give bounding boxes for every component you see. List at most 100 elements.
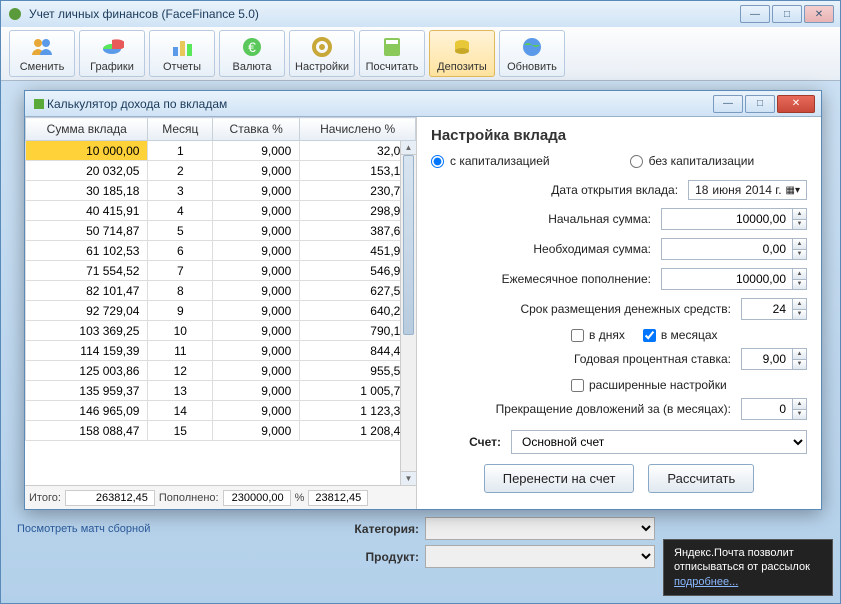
total-value: 263812,45	[65, 490, 155, 506]
pct-label: %	[295, 492, 305, 504]
gear-icon	[310, 35, 334, 59]
modal-icon	[31, 96, 47, 112]
rate-label: Годовая процентная ставка:	[431, 352, 741, 366]
modal-title: Калькулятор дохода по вкладам	[47, 97, 713, 111]
minimize-button[interactable]: —	[740, 5, 770, 23]
monthly-refill-input[interactable]: ▲▼	[661, 268, 807, 290]
chart-icon	[100, 35, 124, 59]
settings-pane: Настройка вклада с капитализацией без ка…	[417, 117, 821, 509]
main-titlebar: Учет личных финансов (FaceFinance 5.0) —…	[1, 1, 840, 27]
main-toolbar: СменитьГрафикиОтчеты€ВалютаНастройкиПосч…	[1, 27, 840, 81]
deposit-icon	[450, 35, 474, 59]
pct-value: 23812,45	[308, 490, 368, 506]
stop-label: Прекращение довложений за (в месяцах):	[431, 402, 741, 416]
required-sum-label: Необходимая сумма:	[431, 242, 661, 256]
category-label: Категория:	[339, 522, 419, 536]
table-row[interactable]: 20 032,0529,000153,12	[26, 161, 416, 181]
scroll-up-arrow[interactable]: ▲	[401, 141, 416, 155]
table-row[interactable]: 146 965,09149,0001 123,38	[26, 401, 416, 421]
bg-link[interactable]: Посмотреть матч сборной	[17, 523, 150, 535]
open-date-label: Дата открытия вклада:	[431, 183, 688, 197]
tooltip-more-link[interactable]: подробнее...	[674, 576, 738, 588]
calculate-button[interactable]: Рассчитать	[648, 464, 754, 493]
bars-icon	[170, 35, 194, 59]
table-row[interactable]: 158 088,47159,0001 208,40	[26, 421, 416, 441]
check-months[interactable]: в месяцах	[643, 328, 718, 342]
refill-value: 230000,00	[223, 490, 291, 506]
initial-sum-input[interactable]: ▲▼	[661, 208, 807, 230]
term-label: Срок размещения денежных средств:	[431, 302, 741, 316]
users-icon	[30, 35, 54, 59]
radio-capitalization[interactable]: с капитализацией	[431, 154, 550, 168]
toolbar-calc-button[interactable]: Посчитать	[359, 30, 425, 77]
toolbar-refresh-button[interactable]: Обновить	[499, 30, 565, 77]
monthly-refill-label: Ежемесячное пополнение:	[431, 272, 661, 286]
table-row[interactable]: 135 959,37139,0001 005,73	[26, 381, 416, 401]
check-advanced[interactable]: расширенные настройки	[571, 378, 727, 392]
deposit-calculator-modal: Калькулятор дохода по вкладам — □ ✕ Сумм…	[24, 90, 822, 510]
product-select[interactable]	[425, 545, 655, 568]
table-row[interactable]: 92 729,0499,000640,21	[26, 301, 416, 321]
rate-input[interactable]: ▲▼	[741, 348, 807, 370]
grid-col-0[interactable]: Сумма вклада	[26, 118, 148, 141]
svg-text:€: €	[248, 39, 256, 55]
spin-up[interactable]: ▲	[793, 209, 806, 220]
toolbar-charts-button[interactable]: Графики	[79, 30, 145, 77]
modal-close-button[interactable]: ✕	[777, 95, 815, 113]
table-row[interactable]: 82 101,4789,000627,57	[26, 281, 416, 301]
term-input[interactable]: ▲▼	[741, 298, 807, 320]
scroll-thumb[interactable]	[403, 155, 414, 335]
table-row[interactable]: 103 369,25109,000790,14	[26, 321, 416, 341]
calc-icon	[380, 35, 404, 59]
table-row[interactable]: 125 003,86129,000955,51	[26, 361, 416, 381]
grid-pane: Сумма вкладаМесяцСтавка %Начислено % 10 …	[25, 117, 417, 509]
app-icon	[7, 6, 23, 22]
table-row[interactable]: 71 554,5279,000546,95	[26, 261, 416, 281]
toolbar-reports-button[interactable]: Отчеты	[149, 30, 215, 77]
table-row[interactable]: 61 102,5369,000451,99	[26, 241, 416, 261]
table-row[interactable]: 50 714,8759,000387,66	[26, 221, 416, 241]
toolbar-settings-button[interactable]: Настройки	[289, 30, 355, 77]
radio-no-capitalization[interactable]: без капитализации	[630, 154, 755, 168]
toolbar-deposits-button[interactable]: Депозиты	[429, 30, 495, 77]
deposit-grid[interactable]: Сумма вкладаМесяцСтавка %Начислено % 10 …	[25, 117, 416, 441]
grid-col-1[interactable]: Месяц	[148, 118, 213, 141]
table-row[interactable]: 40 415,9149,000298,97	[26, 201, 416, 221]
modal-minimize-button[interactable]: —	[713, 95, 743, 113]
maximize-button[interactable]: □	[772, 5, 802, 23]
initial-sum-label: Начальная сумма:	[431, 212, 661, 226]
toolbar-change-button[interactable]: Сменить	[9, 30, 75, 77]
euro-icon: €	[240, 35, 264, 59]
grid-col-2[interactable]: Ставка %	[213, 118, 300, 141]
spin-down[interactable]: ▼	[793, 220, 806, 230]
account-select[interactable]: Основной счет	[511, 430, 807, 454]
category-select[interactable]	[425, 517, 655, 540]
calendar-icon[interactable]: ▦▾	[786, 185, 800, 196]
table-row[interactable]: 30 185,1839,000230,73	[26, 181, 416, 201]
toolbar-currency-button[interactable]: €Валюта	[219, 30, 285, 77]
settings-title: Настройка вклада	[431, 127, 807, 144]
grid-scrollbar[interactable]: ▲ ▼	[400, 141, 416, 485]
table-row[interactable]: 114 159,39119,000844,47	[26, 341, 416, 361]
table-row[interactable]: 10 000,0019,00032,05	[26, 141, 416, 161]
close-button[interactable]: ✕	[804, 5, 834, 23]
scroll-down-arrow[interactable]: ▼	[401, 471, 416, 485]
stop-input[interactable]: ▲▼	[741, 398, 807, 420]
grid-footer: Итого: 263812,45 Пополнено: 230000,00 % …	[25, 485, 416, 509]
grid-col-3[interactable]: Начислено %	[300, 118, 416, 141]
modal-titlebar: Калькулятор дохода по вкладам — □ ✕	[25, 91, 821, 117]
check-days[interactable]: в днях	[571, 328, 625, 342]
radio-nocap-input[interactable]	[630, 155, 643, 168]
total-label: Итого:	[29, 492, 61, 504]
notification-tooltip: Яндекс.Почта позволит отписываться от ра…	[663, 539, 833, 596]
date-picker[interactable]: 18 июня 2014 г. ▦▾	[688, 180, 807, 200]
product-label: Продукт:	[339, 550, 419, 564]
radio-cap-input[interactable]	[431, 155, 444, 168]
globe-icon	[520, 35, 544, 59]
required-sum-input[interactable]: ▲▼	[661, 238, 807, 260]
account-label: Счет:	[431, 435, 511, 449]
transfer-button[interactable]: Перенести на счет	[484, 464, 635, 493]
modal-maximize-button[interactable]: □	[745, 95, 775, 113]
main-title: Учет личных финансов (FaceFinance 5.0)	[29, 7, 740, 21]
refill-label: Пополнено:	[159, 492, 219, 504]
